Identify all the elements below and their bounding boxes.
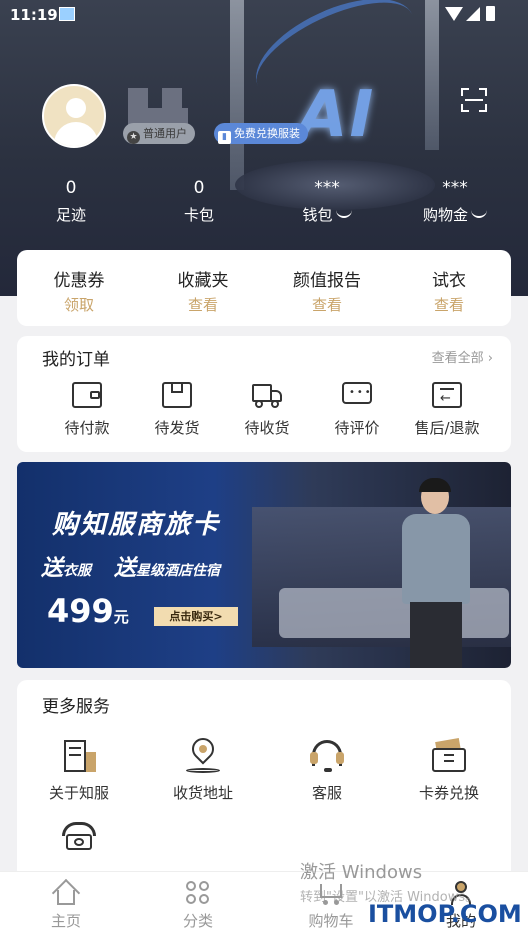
service-phone[interactable] [17, 818, 141, 854]
eye-closed-icon[interactable] [335, 210, 352, 218]
buy-now-button[interactable]: 点击购买> [154, 607, 238, 626]
battery-icon [486, 6, 495, 21]
building-icon [60, 738, 98, 774]
tab-category[interactable]: 分类 [153, 880, 243, 931]
service-address[interactable]: 收货地址 [141, 733, 265, 803]
service-about[interactable]: 关于知服 [17, 738, 141, 803]
category-icon [185, 880, 211, 906]
tab-home[interactable]: 主页 [21, 878, 111, 931]
orders-title: 我的订单 [42, 350, 110, 370]
chat-icon: ••• [342, 382, 372, 410]
home-icon [51, 878, 81, 908]
eye-closed-icon[interactable] [471, 210, 487, 218]
username-blurred [128, 88, 268, 128]
stat-wallet[interactable]: *** 钱包 [272, 176, 382, 225]
ai-logo: AI [298, 78, 376, 152]
quick-coupon[interactable]: 优惠券 领取 [17, 266, 141, 315]
order-after-sales[interactable]: ← 售后/退款 [402, 382, 492, 438]
truck-icon [252, 382, 282, 410]
banner-price: 499元 [47, 592, 129, 630]
stat-footprint[interactable]: 0 足迹 [16, 176, 126, 225]
order-pending-payment[interactable]: 待付款 [42, 382, 132, 438]
view-all-orders-link[interactable]: 查看全部 › [432, 347, 493, 366]
free-exchange-badge[interactable]: ▮ 免费兑换服装 [214, 123, 308, 144]
stats-row: 0 足迹 0 卡包 *** 钱包 *** 购物金 [0, 176, 528, 230]
service-customer-support[interactable]: 客服 [265, 738, 389, 803]
box-icon [162, 382, 192, 410]
banner-headline: 购知服商旅卡 [52, 510, 221, 540]
order-pending-shipment[interactable]: 待发货 [132, 382, 222, 438]
travel-card-banner[interactable]: 购知服商旅卡 送衣服 送星级酒店住宿 499元 点击购买> [17, 462, 511, 668]
status-time: 11:19 [10, 6, 58, 24]
gallery-icon [59, 7, 75, 21]
status-bar: 11:19 [0, 0, 528, 30]
return-icon: ← [432, 382, 462, 410]
more-services-card: 更多服务 关于知服 收货地址 客服 卡券兑换 [17, 680, 511, 880]
windows-activation-watermark: 激活 Windows [300, 862, 423, 883]
coupon-icon [430, 738, 468, 774]
signal-icon [466, 7, 480, 21]
orders-card: 我的订单 查看全部 › 待付款 待发货 待收货 ••• 待评价 ← 售后/退款 [17, 336, 511, 452]
member-level-badge[interactable]: ★ 普通用户 [123, 123, 195, 144]
site-watermark: ITMOP.COM [368, 900, 522, 928]
more-services-title: 更多服务 [42, 697, 110, 717]
headset-icon [308, 738, 346, 774]
stat-shopping-gold[interactable]: *** 购物金 [400, 176, 510, 225]
scan-icon[interactable] [461, 88, 487, 112]
avatar[interactable] [42, 84, 106, 148]
order-pending-receipt[interactable]: 待收货 [222, 382, 312, 438]
phone-icon [60, 818, 98, 854]
location-icon [184, 733, 222, 774]
stat-card-pack[interactable]: 0 卡包 [144, 176, 254, 225]
quick-favorites[interactable]: 收藏夹 查看 [141, 266, 265, 315]
quick-links-card: 优惠券 领取 收藏夹 查看 颜值报告 查看 试衣 查看 [17, 250, 511, 326]
order-pending-review[interactable]: ••• 待评价 [312, 382, 402, 438]
service-coupon-exchange[interactable]: 卡券兑换 [387, 738, 511, 803]
quick-appearance-report[interactable]: 颜值报告 查看 [265, 266, 389, 315]
banner-subline: 送衣服 送星级酒店住宿 [41, 556, 221, 581]
model-image [392, 478, 477, 668]
wallet-icon [72, 382, 102, 410]
star-icon: ★ [127, 131, 140, 144]
wifi-icon [445, 7, 463, 21]
quick-try-on[interactable]: 试衣 查看 [387, 266, 511, 315]
tag-icon: ▮ [218, 131, 231, 144]
